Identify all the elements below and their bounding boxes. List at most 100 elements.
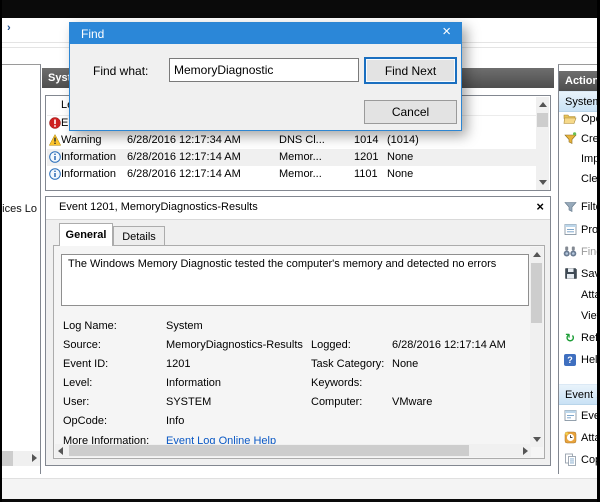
scroll-up-icon[interactable] [536,97,549,112]
event-detail-pane: Event 1201, MemoryDiagnostics-Results × … [45,196,551,466]
computer-label: Computer: [311,396,362,408]
find-what-label: Find what: [93,64,148,78]
task-category-value: None [392,358,418,370]
find-what-input[interactable] [169,58,359,82]
tab-general[interactable]: General [59,223,113,246]
scroll-left-icon[interactable] [58,447,63,455]
event-level: Information [61,151,123,163]
event-row-information[interactable]: Information 6/28/2016 12:17:14 AM Memor.… [47,166,537,183]
status-bar [2,478,600,500]
detail-pane-title: Event 1201, MemoryDiagnostics-Results [59,201,258,213]
chevron-right-icon[interactable]: › [7,22,11,34]
event-properties-icon [563,409,577,422]
scrollbar-thumb[interactable] [537,113,548,127]
scrollbar-thumb[interactable] [531,263,542,323]
properties-icon [563,223,577,236]
error-icon [49,117,61,129]
event-row-warning[interactable]: Warning 6/28/2016 12:17:34 AM DNS Cl... … [47,132,537,149]
opcode-value: Info [166,415,184,427]
close-icon[interactable]: × [536,199,544,214]
scroll-right-icon[interactable] [523,447,528,455]
source-value: MemoryDiagnostics-Results [166,339,303,351]
action-attach-task-to-event[interactable]: Attach Task To This Event... [559,428,600,447]
copy-icon [563,453,577,466]
action-open-saved-log[interactable]: Open Saved Log... [559,109,600,128]
opcode-label: OpCode: [63,415,107,427]
folder-open-icon [563,112,577,125]
event-row-information-selected[interactable]: Information 6/28/2016 12:17:14 AM Memor.… [47,149,537,166]
event-id: 1201 [354,151,384,163]
action-attach-task-to-log[interactable]: Attach a Task To this Log... [559,285,600,304]
actions-panel-header: Actions [559,71,600,91]
information-icon [49,151,61,163]
level-value: Information [166,377,221,389]
action-filter-current-log[interactable]: Filter Current Log... [559,197,600,216]
computer-value: VMware [392,396,432,408]
scroll-right-icon[interactable] [32,454,37,462]
actions-panel: Actions System Open Saved Log... Create … [558,64,600,474]
close-icon[interactable]: × [442,23,451,40]
event-date: 6/28/2016 12:17:14 AM [127,168,275,180]
user-value: SYSTEM [166,396,211,408]
event-id: 1101 [354,168,384,180]
filter-icon [563,200,577,213]
action-find: Find... [559,242,600,261]
event-date: 6/28/2016 12:17:34 AM [127,134,275,146]
action-save-all-events-as[interactable]: Save All Events As... [559,264,600,283]
logged-value: 6/28/2016 12:17:14 AM [392,339,506,351]
tab-details[interactable]: Details [113,226,165,246]
warning-icon [49,134,61,146]
tree-item-services-logs[interactable]: ices Lo [2,203,37,215]
task-category-label: Task Category: [311,358,384,370]
find-dialog-titlebar[interactable]: Find × [70,23,461,44]
actions-section-event[interactable]: Event 1201, MemoryDiagnostics-Results [559,384,600,405]
event-level: Information [61,168,123,180]
binoculars-icon [563,245,577,258]
action-properties[interactable]: Properties [559,220,600,239]
action-refresh[interactable]: ↻ Refresh [559,328,600,347]
find-next-button[interactable]: Find Next [364,57,457,84]
event-task-category: None [387,151,445,163]
source-label: Source: [63,339,101,351]
detail-pane-header: Event 1201, MemoryDiagnostics-Results × [46,197,550,220]
cancel-button[interactable]: Cancel [364,100,457,124]
event-viewer-window: › ices Lo System Level Date and Time Sou… [0,0,600,502]
scroll-down-icon[interactable] [536,175,549,190]
action-event-properties[interactable]: Event Properties [559,406,600,425]
event-date: 6/28/2016 12:17:14 AM [127,151,275,163]
detail-vertical-scrollbar[interactable] [530,247,543,447]
level-label: Level: [63,377,92,389]
event-id: 1014 [354,134,384,146]
event-source: Memor... [279,168,349,180]
refresh-icon: ↻ [563,331,577,344]
scroll-up-icon[interactable] [530,247,543,262]
scroll-down-icon[interactable] [530,432,543,447]
window-top-band [2,0,600,18]
scrollbar-thumb[interactable] [69,445,469,456]
general-tab-content: The Windows Memory Diagnostic tested the… [53,245,545,459]
actions-title: Actions [565,75,600,87]
new-filter-icon [563,132,577,145]
event-source: DNS Cl... [279,134,349,146]
detail-horizontal-scrollbar[interactable] [55,444,531,457]
logged-label: Logged: [311,339,351,351]
keywords-label: Keywords: [311,377,362,389]
action-help[interactable]: ? Help [559,350,600,369]
scrollbar-thumb[interactable] [2,451,13,466]
event-list-scrollbar[interactable] [536,97,549,190]
information-icon [49,168,61,180]
action-clear-log[interactable]: Clear Log... [559,169,600,188]
event-id-value: 1201 [166,358,190,370]
save-icon [563,267,577,280]
action-copy[interactable]: Copy [559,450,600,469]
action-import-custom-view[interactable]: Import Custom View... [559,149,600,168]
event-description[interactable]: The Windows Memory Diagnostic tested the… [61,254,529,306]
task-clock-icon [563,431,577,444]
event-source: Memor... [279,151,349,163]
event-task-category: None [387,168,445,180]
tree-horizontal-scrollbar[interactable] [2,451,40,466]
find-dialog: Find × Find what: Find Next Cancel [69,22,462,131]
action-view[interactable]: View [559,306,600,325]
event-level: Warning [61,134,123,146]
action-create-custom-view[interactable]: Create Custom View... [559,129,600,148]
